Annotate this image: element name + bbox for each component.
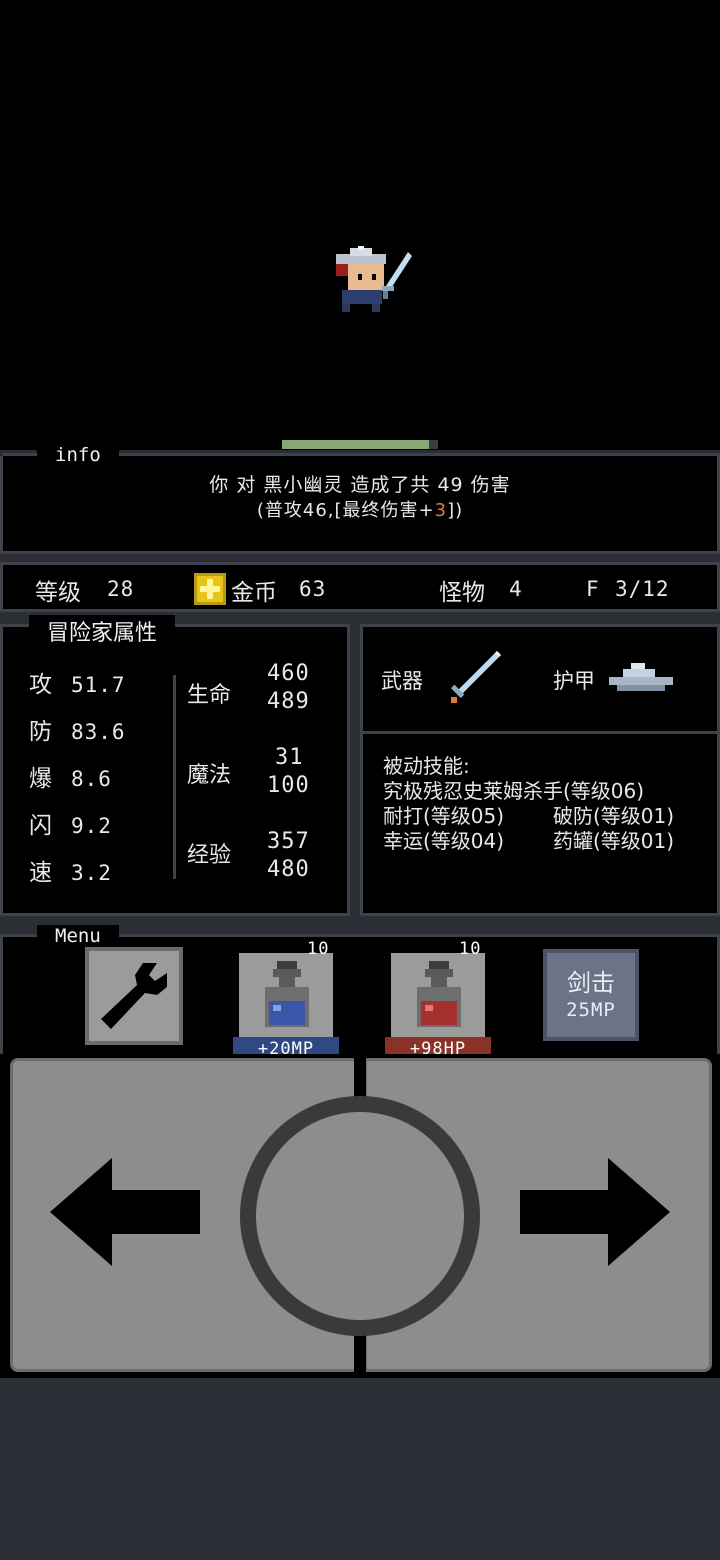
right-arrow-icon [520,1158,670,1266]
attributes-title: 冒险家属性 [29,615,176,647]
floor-value: 3/12 [615,577,670,601]
stat-crit: 爆 8.6 [29,759,112,793]
stat-defense: 防 83.6 [29,712,126,746]
skills-panel: 被动技能: 究极残忍史莱姆杀手(等级06) 耐打(等级05) 破防(等级01) … [360,734,720,916]
level-label: 等级 [35,580,81,606]
mp-label: 魔法 [187,763,232,788]
hp-current: 460 [267,661,310,686]
floor-label: F [586,577,600,601]
hp-max: 489 [267,689,310,714]
settings-button[interactable] [85,947,183,1045]
xp-label: 经验 [187,843,232,868]
monster-value: 4 [509,577,523,601]
stat-speed-value: 3.2 [71,861,112,885]
gold-label: 金币 [231,580,277,606]
menu-title: Menu [37,925,119,947]
stat-attack: 攻 51.7 [29,665,126,699]
battle-log-line2: (普攻46,[最终伤害+3]) [3,496,717,522]
monster-label: 怪物 [439,580,485,606]
left-arrow-icon [50,1158,200,1266]
stat-speed-label: 速 [29,860,52,886]
skill-cost: 25MP [566,999,616,1021]
target-hp-bar [282,440,438,449]
battle-log-bonus: 3 [434,500,448,521]
menu-panel: Menu 10 +20MP 10 +98HP 剑击 25MP [0,925,720,1061]
battle-log-line1: 你 对 黑小幽灵 造成了共 49 伤害 [209,474,511,496]
armor-label: 护甲 [553,669,595,693]
battle-log-line2-suffix: ]) [447,500,464,521]
gold-coin-icon [194,573,226,605]
mp-max: 100 [267,773,310,798]
level-value: 28 [107,577,135,601]
stat-dodge-value: 9.2 [71,814,112,838]
helmet-icon[interactable] [607,661,677,697]
battle-scene [0,0,720,450]
stat-speed: 速 3.2 [29,853,112,887]
mp-current: 31 [275,745,304,770]
stat-attack-label: 攻 [29,672,52,698]
sword-strike-skill-button[interactable]: 剑击 25MP [543,949,639,1041]
xp-current: 357 [267,829,310,854]
sword-icon[interactable] [445,649,503,707]
target-hp-bar-fill [282,440,429,449]
hp-potion-count: 10 [459,939,482,959]
skill-name: 剑击 [567,969,615,997]
hp-potion-icon [417,961,461,1027]
weapon-label: 武器 [381,669,423,693]
battle-log-line2-prefix: (普攻46,[最终伤害+ [256,500,435,521]
hero-sprite [336,246,412,312]
stat-dodge-label: 闪 [29,813,52,839]
status-bar: 等级 28 金币 63 怪物 4 F 3/12 [0,562,720,612]
controls-area [0,1054,720,1378]
stat-attack-value: 51.7 [71,673,126,697]
equipment-panel: 武器 护甲 [360,624,720,734]
stat-crit-label: 爆 [29,766,52,792]
skill-potion: 药罐(等级01) [553,829,675,853]
action-button[interactable] [256,1112,464,1320]
wrench-icon [101,963,167,1029]
hp-label: 生命 [187,683,232,708]
attributes-panel: 冒险家属性 攻 51.7 防 83.6 爆 8.6 闪 9.2 速 3.2 生命 460 … [0,615,350,916]
stat-dodge: 闪 9.2 [29,806,112,840]
stat-crit-value: 8.6 [71,767,112,791]
gold-value: 63 [299,577,327,601]
hp-potion-button[interactable]: 10 +98HP [385,939,491,1061]
mp-potion-icon [265,961,309,1027]
mp-potion-button[interactable]: 10 +20MP [233,939,339,1061]
mp-potion-count: 10 [307,939,330,959]
info-panel: info 你 对 黑小幽灵 造成了共 49 伤害 (普攻46,[最终伤害+3]) [0,444,720,554]
stat-defense-label: 防 [29,719,52,745]
xp-max: 480 [267,857,310,882]
skill-luck: 幸运(等级04) [383,829,505,853]
stat-defense-value: 83.6 [71,720,126,744]
info-title: info [37,444,119,466]
attributes-divider [173,675,176,879]
